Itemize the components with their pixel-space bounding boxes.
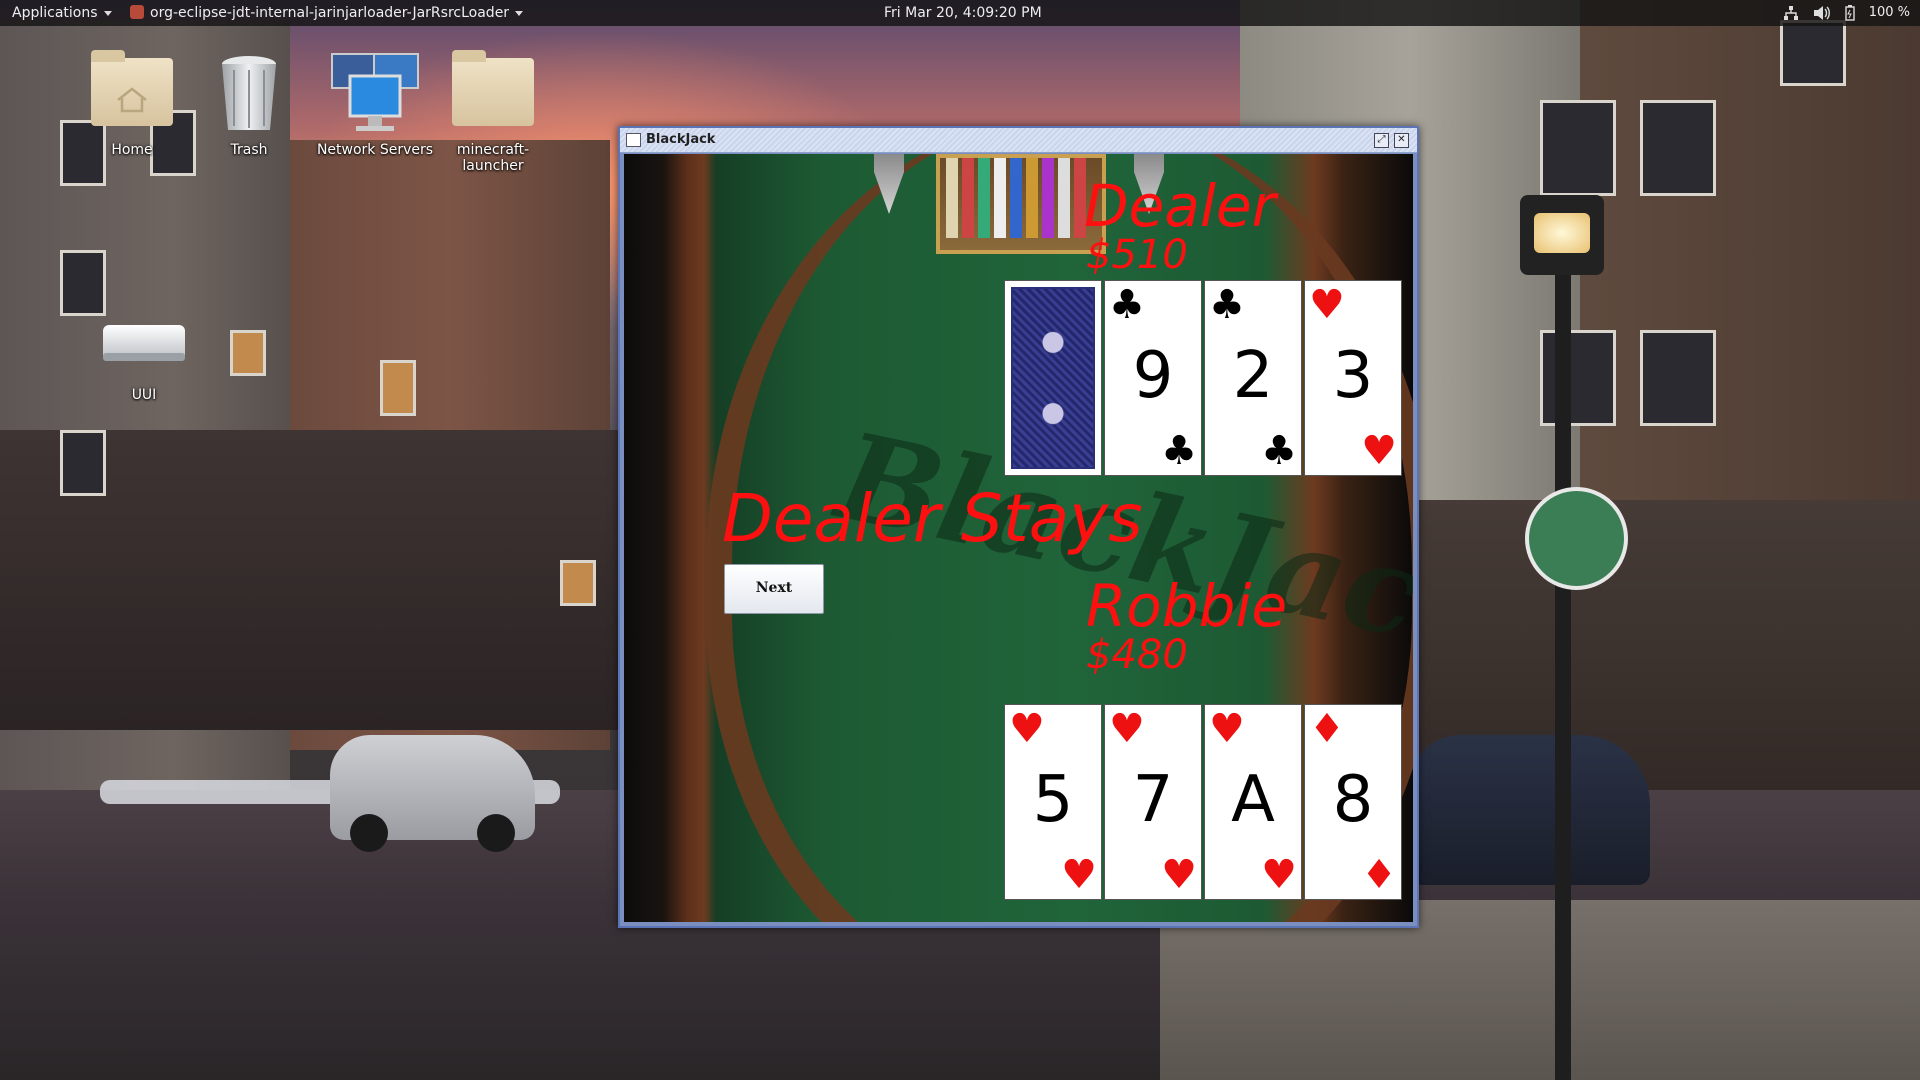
player-card: ♦ 8 ♦ bbox=[1304, 704, 1402, 900]
dealer-money: $510 bbox=[1086, 232, 1188, 278]
player-money: $480 bbox=[1086, 632, 1188, 678]
java-app-icon bbox=[130, 5, 144, 19]
card-rank: 8 bbox=[1332, 763, 1374, 837]
dealer-card: ♣ 9 ♣ bbox=[1104, 280, 1202, 476]
desktop-icon-network-servers[interactable]: Network Servers bbox=[310, 48, 440, 158]
active-app-label: org-eclipse-jdt-internal-jarinjarloader-… bbox=[150, 5, 510, 21]
suit-icon: ♥ bbox=[1061, 852, 1097, 898]
suit-icon: ♥ bbox=[1209, 706, 1245, 752]
suit-icon: ♥ bbox=[1361, 428, 1397, 474]
player-name: Robbie bbox=[1086, 572, 1288, 640]
chevron-down-icon bbox=[103, 10, 112, 16]
window-title: BlackJack bbox=[646, 132, 716, 147]
maximize-icon[interactable]: ⤢ bbox=[1374, 133, 1389, 148]
suit-icon: ♣ bbox=[1209, 282, 1245, 328]
card-rank: 2 bbox=[1232, 339, 1274, 413]
card-rank: 5 bbox=[1032, 763, 1074, 837]
clock[interactable]: Fri Mar 20, 4:09:20 PM bbox=[884, 0, 1042, 26]
chevron-down-icon bbox=[515, 10, 524, 16]
applications-menu[interactable]: Applications bbox=[12, 0, 112, 26]
drive-icon bbox=[99, 315, 189, 405]
battery-icon[interactable] bbox=[1844, 5, 1855, 21]
home-folder-icon bbox=[87, 48, 177, 138]
battery-percent: 100 % bbox=[1868, 5, 1910, 20]
player-card: ♥ 5 ♥ bbox=[1004, 704, 1102, 900]
suit-icon: ♣ bbox=[1109, 282, 1145, 328]
card-rank: A bbox=[1231, 763, 1275, 837]
dealer-card: ♣ 2 ♣ bbox=[1204, 280, 1302, 476]
suit-icon: ♥ bbox=[1109, 706, 1145, 752]
suit-icon: ♥ bbox=[1309, 282, 1345, 328]
suit-icon: ♥ bbox=[1261, 852, 1297, 898]
dealer-card: ♥ 3 ♥ bbox=[1304, 280, 1402, 476]
close-icon[interactable]: ✕ bbox=[1394, 133, 1409, 148]
active-app-menu[interactable]: org-eclipse-jdt-internal-jarinjarloader-… bbox=[130, 0, 524, 26]
game-table: BlackJack Dealer $510 ♣ 9 ♣ ♣ 2 ♣ ♥ 3 ♥ Dealer S… bbox=[624, 154, 1413, 922]
blackjack-window[interactable]: BlackJack ⤢ ✕ BlackJack Dealer $510 ♣ 9 ♣ ♣… bbox=[618, 126, 1419, 928]
dealer-name: Dealer bbox=[1084, 172, 1276, 240]
applications-menu-label: Applications bbox=[12, 5, 98, 21]
system-tray[interactable]: 100 % bbox=[1783, 0, 1910, 26]
card-rank: 7 bbox=[1132, 763, 1174, 837]
folder-icon bbox=[448, 48, 538, 138]
next-button[interactable]: Next bbox=[724, 564, 824, 614]
suit-icon: ♦ bbox=[1361, 852, 1397, 898]
network-servers-icon bbox=[330, 48, 420, 138]
chip-rack bbox=[936, 154, 1106, 254]
window-titlebar[interactable]: BlackJack ⤢ ✕ bbox=[620, 128, 1417, 153]
desktop-icon-trash[interactable]: Trash bbox=[194, 48, 304, 158]
status-message: Dealer Stays bbox=[722, 480, 1143, 557]
card-rank: 3 bbox=[1332, 339, 1374, 413]
window-icon bbox=[626, 133, 641, 147]
desktop-icon-label: minecraft-launcher bbox=[456, 142, 530, 174]
card-rank: 9 bbox=[1132, 339, 1174, 413]
volume-icon[interactable] bbox=[1813, 5, 1831, 21]
desktop-icon-label: Home bbox=[111, 142, 153, 158]
suit-icon: ♦ bbox=[1309, 706, 1345, 752]
suit-icon: ♥ bbox=[1009, 706, 1045, 752]
desktop-icon-label: Trash bbox=[230, 142, 268, 158]
network-icon[interactable] bbox=[1783, 5, 1799, 21]
player-card: ♥ 7 ♥ bbox=[1104, 704, 1202, 900]
player-card: ♥ A ♥ bbox=[1204, 704, 1302, 900]
card-back bbox=[1004, 280, 1102, 476]
desktop-icon-home[interactable]: Home bbox=[77, 48, 187, 158]
suit-icon: ♣ bbox=[1161, 428, 1197, 474]
desktop-icon-label: Network Servers bbox=[316, 142, 434, 158]
trash-icon bbox=[204, 48, 294, 138]
suit-icon: ♥ bbox=[1161, 852, 1197, 898]
suit-icon: ♣ bbox=[1261, 428, 1297, 474]
desktop-icon-minecraft-launcher[interactable]: minecraft-launcher bbox=[428, 48, 558, 174]
desktop-icon-uui[interactable]: UUI bbox=[89, 315, 199, 403]
top-panel: Applications org-eclipse-jdt-internal-ja… bbox=[0, 0, 1920, 26]
